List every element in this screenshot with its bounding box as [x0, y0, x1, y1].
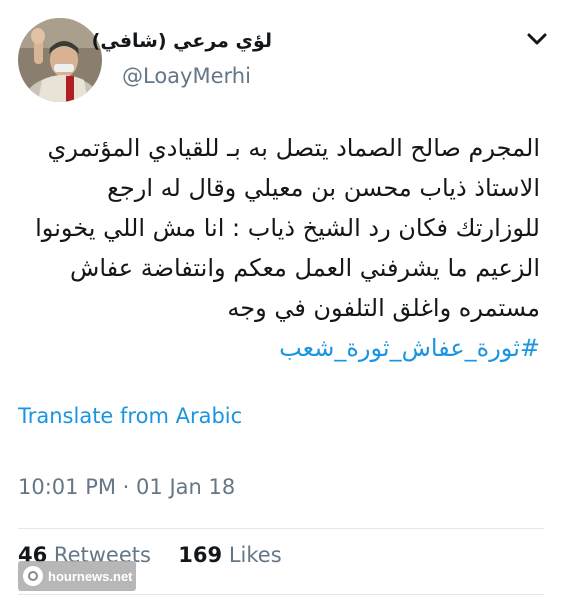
tweet-date: 01 Jan 18	[136, 475, 236, 499]
watermark: hournews.net	[18, 561, 136, 591]
chevron-down-icon[interactable]	[526, 30, 548, 48]
translate-link[interactable]: Translate from Arabic	[18, 404, 242, 428]
display-name[interactable]: لؤي مرعي (شافي)	[92, 30, 272, 52]
meta-separator: ·	[122, 475, 130, 499]
watermark-text: hournews.net	[48, 568, 133, 584]
tweet-header: لؤي مرعي (شافي) @LoayMerhi	[0, 0, 562, 110]
tweet-text-line: الزعيم ما يشرفني العمل معكم وانتفاضة عفا…	[70, 254, 540, 282]
tweet-text-line: مستمره واغلق التلفون في وجه	[227, 294, 540, 322]
divider	[18, 528, 544, 529]
likes-label: Likes	[228, 543, 282, 567]
tweet-text-line: المجرم صالح الصماد يتصل به بـ للقيادي ال…	[47, 134, 540, 162]
likes-count: 169	[178, 543, 223, 567]
tweet-text-line: للوزارتك فكان رد الشيخ ذياب : انا مش الل…	[35, 214, 540, 242]
avatar[interactable]	[18, 18, 102, 102]
hashtag-link[interactable]: #ثورة_عفاش_ثورة_شعب	[20, 328, 540, 368]
tweet-time: 10:01 PM	[18, 475, 116, 499]
user-handle[interactable]: @LoayMerhi	[122, 64, 251, 88]
watermark-logo-icon	[23, 566, 43, 586]
tweet-text-line: الاستاذ ذياب محسن بن معيلي وقال له ارجع	[107, 174, 540, 202]
divider	[18, 594, 544, 595]
tweet-text: المجرم صالح الصماد يتصل به بـ للقيادي ال…	[20, 128, 540, 368]
tweet-timestamp[interactable]: 10:01 PM · 01 Jan 18	[18, 475, 235, 499]
likes-stat[interactable]: 169 Likes	[178, 543, 281, 567]
avatar-photo	[18, 18, 102, 102]
